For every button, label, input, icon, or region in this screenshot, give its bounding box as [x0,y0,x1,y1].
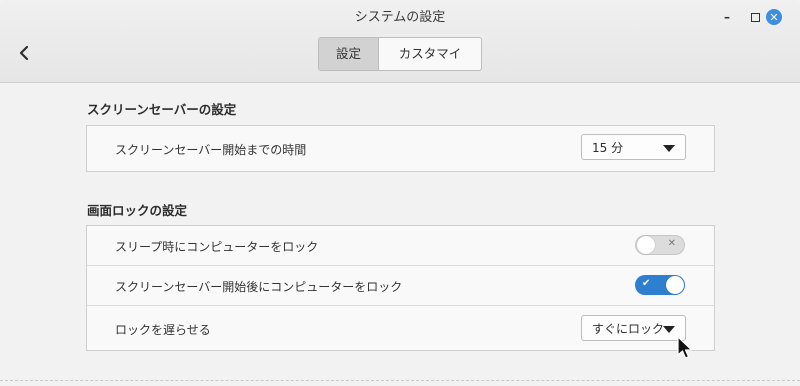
lock-section-title: 画面ロックの設定 [87,203,188,218]
screensaver-panel: スクリーンセーバー開始までの時間 15 分 [86,125,715,172]
screensaver-delay-dropdown[interactable]: 15 分 [581,134,686,160]
close-icon: ✕ [769,10,779,24]
tab-settings[interactable]: 設定 [319,38,379,70]
chevron-left-icon [19,45,29,61]
lock-panel: スリープ時にコンピューターをロック ✕ スクリーンセーバー開始後にコンピューター… [86,225,715,351]
sleep-lock-label: スリープ時にコンピューターをロック [115,240,319,254]
bottom-divider [0,380,800,381]
sleep-lock-toggle[interactable]: ✕ [635,235,685,255]
screensaver-delay-label: スクリーンセーバー開始までの時間 [115,143,307,157]
mouse-pointer-icon [677,336,693,359]
lock-delay-label: ロックを遅らせる [115,323,211,337]
close-button[interactable]: ✕ [766,9,782,25]
toggle-knob [637,236,655,254]
lock-delay-row: ロックを遅らせる すぐにロック [87,306,714,350]
toggle-knob [666,276,684,294]
window-title: システムの設定 [354,10,446,25]
saver-lock-toggle[interactable]: ✔ [635,275,685,295]
maximize-icon [750,12,760,22]
caret-down-icon [663,145,675,152]
x-icon: ✕ [667,238,676,249]
view-switcher: 設定 カスタマイズ [318,37,482,71]
check-icon: ✔ [642,278,651,289]
saver-lock-label: スクリーンセーバー開始後にコンピューターをロック [115,280,403,294]
screensaver-delay-value: 15 分 [592,141,624,155]
maximize-button[interactable] [747,9,763,25]
minimize-button[interactable]: – [719,9,735,25]
title-bar: システムの設定 – ✕ 設定 カスタマイズ [0,0,800,83]
screensaver-section-title: スクリーンセーバーの設定 [87,102,237,117]
back-button[interactable] [12,41,36,65]
screensaver-delay-row: スクリーンセーバー開始までの時間 15 分 [87,126,714,171]
lock-delay-value: すぐにロック [592,322,665,336]
saver-lock-row: スクリーンセーバー開始後にコンピューターをロック ✔ [87,266,714,306]
lock-delay-dropdown[interactable]: すぐにロック [581,315,686,341]
minimize-icon: – [724,10,730,24]
sleep-lock-row: スリープ時にコンピューターをロック ✕ [87,226,714,266]
tab-customize[interactable]: カスタマイズ [379,38,481,70]
caret-down-icon [663,326,675,333]
